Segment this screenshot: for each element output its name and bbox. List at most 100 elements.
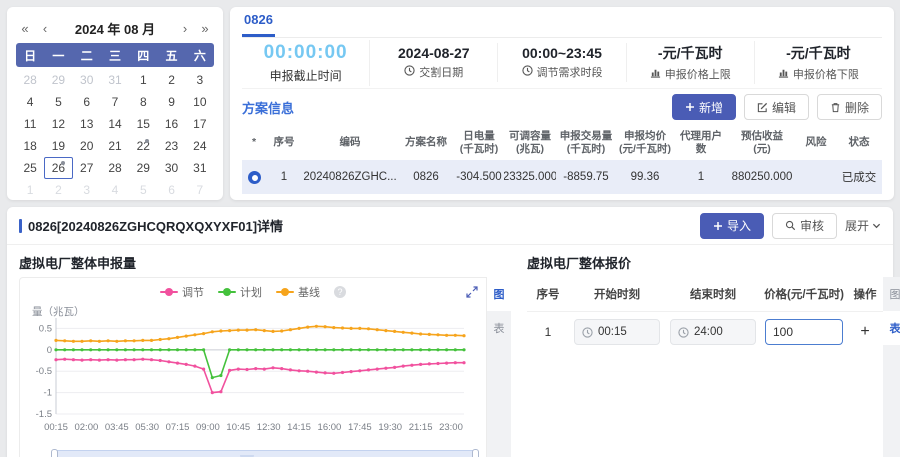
calendar-day[interactable]: 29 <box>129 157 157 179</box>
cell-status: 已成交 <box>836 160 882 194</box>
calendar-day[interactable]: 20 <box>73 135 101 157</box>
next-year-icon[interactable]: » <box>198 21 212 36</box>
plan-section-title: 方案信息 <box>242 98 294 117</box>
svg-text:02:00: 02:00 <box>74 422 98 433</box>
calendar-day[interactable]: 28 <box>16 69 44 91</box>
trash-icon <box>830 102 841 113</box>
calendar-day[interactable]: 9 <box>157 91 185 113</box>
calendar-day[interactable]: 29 <box>44 69 72 91</box>
tab-0826[interactable]: 0826 <box>242 12 275 37</box>
clock-icon <box>582 327 593 338</box>
weekday-label: 二 <box>73 47 101 64</box>
chart-datazoom-slider[interactable] <box>52 450 478 457</box>
start-time-field[interactable]: 00:15 <box>574 319 660 345</box>
plan-section-header: 方案信息 新增 编辑 删除 <box>242 89 882 126</box>
calendar-day[interactable]: 4 <box>16 91 44 113</box>
col-header: * <box>242 126 266 160</box>
calendar-day[interactable]: 28 <box>101 157 129 179</box>
datazoom-right-handle[interactable] <box>472 449 479 457</box>
bar-chart-icon <box>778 67 789 81</box>
cell-declared-volume: -8859.75 <box>556 160 616 194</box>
edit-button[interactable]: 编辑 <box>744 94 809 120</box>
tab-table-view[interactable]: 表 <box>487 311 511 345</box>
quote-table: 序号 开始时刻 结束时刻 价格(元/千瓦时) 操作 1 00:15 <box>527 277 883 457</box>
prev-year-icon[interactable]: « <box>18 21 32 36</box>
fullscreen-icon[interactable] <box>466 286 478 301</box>
svg-text:0: 0 <box>47 345 52 356</box>
col-header: 申报交易量 (千瓦时) <box>556 126 616 160</box>
calendar-day[interactable]: 1 <box>129 69 157 91</box>
detail-title: 0826[20240826ZGHCQRQXQXYXF01]详情 <box>19 216 283 235</box>
calendar-day[interactable]: 3 <box>186 69 214 91</box>
calendar-day[interactable]: 18 <box>16 135 44 157</box>
expand-toggle[interactable]: 展开 <box>845 213 881 239</box>
calendar-day[interactable]: 31 <box>186 157 214 179</box>
calendar-day[interactable]: 7 <box>101 91 129 113</box>
legend-item[interactable]: 计划 <box>218 284 262 300</box>
calendar-day[interactable]: 27 <box>73 157 101 179</box>
calendar-day[interactable]: 6 <box>73 91 101 113</box>
calendar-day[interactable]: 5 <box>44 91 72 113</box>
price-lower-label: 申报价格下限 <box>793 66 859 82</box>
top-row: « ‹ 2024 年 08 月 › » 日 一 二 三 四 五 六 282930… <box>7 7 893 200</box>
calendar-day[interactable]: 4 <box>101 179 129 201</box>
calendar-day[interactable]: 31 <box>101 69 129 91</box>
calendar-day[interactable]: 23 <box>157 135 185 157</box>
add-row-button[interactable]: + <box>860 324 869 340</box>
calendar-day[interactable]: 26 <box>44 157 72 179</box>
calendar-day[interactable]: 19 <box>44 135 72 157</box>
calendar-day[interactable]: 14 <box>101 113 129 135</box>
tab-table-view[interactable]: 表 <box>883 311 900 345</box>
calendar-day[interactable]: 2 <box>44 179 72 201</box>
calendar-day[interactable]: 25 <box>16 157 44 179</box>
calendar-day[interactable]: 11 <box>16 113 44 135</box>
tab-chart-view[interactable]: 图 <box>487 277 511 311</box>
calendar-day[interactable]: 13 <box>73 113 101 135</box>
calendar-day[interactable]: 10 <box>186 91 214 113</box>
tab-chart-view[interactable]: 图 <box>883 277 900 311</box>
legend-help-icon[interactable]: ? <box>334 286 346 298</box>
declaration-view-tabs: 图 表 <box>487 277 511 457</box>
end-time-field[interactable]: 24:00 <box>670 319 756 345</box>
legend-item[interactable]: 基线 <box>276 284 320 300</box>
delete-button[interactable]: 删除 <box>817 94 882 120</box>
calendar-day[interactable]: 16 <box>157 113 185 135</box>
calendar-day[interactable]: 30 <box>73 69 101 91</box>
calendar-day[interactable]: 6 <box>157 179 185 201</box>
calendar-day[interactable]: 24 <box>186 135 214 157</box>
delivery-date-value: 2024-08-27 <box>370 45 497 61</box>
calendar-day[interactable]: 21 <box>101 135 129 157</box>
calendar-day[interactable]: 8 <box>129 91 157 113</box>
calendar-day[interactable]: 5 <box>129 179 157 201</box>
summary-deadline: 00:00:00 申报截止时间 <box>242 40 370 86</box>
prev-month-icon[interactable]: ‹ <box>38 21 52 36</box>
calendar-day[interactable]: 15 <box>129 113 157 135</box>
datazoom-left-handle[interactable] <box>51 449 58 457</box>
weekday-label: 四 <box>129 47 157 64</box>
calendar-day[interactable]: 12 <box>44 113 72 135</box>
calendar-day[interactable]: 2 <box>157 69 185 91</box>
deadline-label: 申报截止时间 <box>242 67 369 84</box>
quote-seq: 1 <box>527 312 569 352</box>
declaration-section: 虚拟电厂整体申报量 调节计划基线? 量（兆瓦） 0.50-0.5-1-1.500… <box>19 253 511 457</box>
legend-item[interactable]: 调节 <box>160 284 204 300</box>
detail-buttons: 导入 审核 展开 <box>700 213 881 239</box>
cell-plan-name: 0826 <box>398 160 454 194</box>
calendar-day[interactable]: 30 <box>157 157 185 179</box>
calendar-day[interactable]: 1 <box>16 179 44 201</box>
trade-tab-row: 0826 <box>242 7 882 38</box>
svg-text:-0.5: -0.5 <box>36 366 52 377</box>
calendar-title: 2024 年 08 月 <box>58 19 172 38</box>
row-radio[interactable] <box>248 171 261 184</box>
next-month-icon[interactable]: › <box>178 21 192 36</box>
review-button[interactable]: 审核 <box>772 213 837 239</box>
calendar-day[interactable]: 22 <box>129 135 157 157</box>
calendar-day[interactable]: 17 <box>186 113 214 135</box>
calendar-day[interactable]: 7 <box>186 179 214 201</box>
calendar-day[interactable]: 3 <box>73 179 101 201</box>
add-button[interactable]: 新增 <box>672 94 736 120</box>
chart-legend: 调节计划基线? <box>26 282 480 302</box>
price-input[interactable] <box>765 319 843 345</box>
import-button[interactable]: 导入 <box>700 213 764 239</box>
clock-icon <box>678 327 689 338</box>
